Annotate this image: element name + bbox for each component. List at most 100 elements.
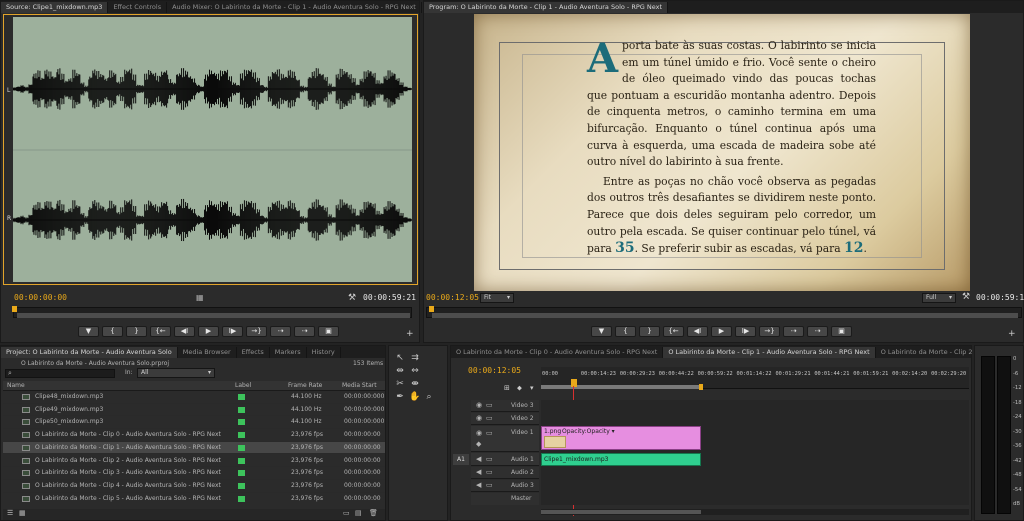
program-timeline-bar[interactable]	[426, 306, 1022, 318]
mark-out-button[interactable]: }	[126, 326, 147, 337]
label-swatch[interactable]	[238, 419, 245, 426]
source-settings-icon[interactable]: ▦	[196, 293, 204, 302]
label-swatch[interactable]	[238, 394, 245, 400]
label-swatch[interactable]	[238, 457, 245, 464]
add-marker-button[interactable]: ▼	[78, 326, 99, 337]
col-name[interactable]: Name	[7, 381, 25, 391]
tab-sequence-clip-0[interactable]: O Labirinto da Morte - Clip 0 - Audio Av…	[451, 347, 664, 358]
work-area-bar[interactable]	[541, 385, 701, 389]
lock-icon[interactable]: ▭	[486, 401, 493, 409]
link-12[interactable]: 12	[844, 240, 863, 256]
keyframe-icon[interactable]: ◆	[476, 440, 481, 448]
program-timecode-current[interactable]: 00:00:12:05	[426, 293, 479, 302]
tab-project[interactable]: Project: O Labirinto da Morte - Audio Av…	[1, 347, 178, 358]
zoom-tool-icon[interactable]: ⌕	[423, 391, 435, 403]
zoom-select[interactable]: Fit	[480, 293, 514, 303]
program-zoom-bar[interactable]	[432, 313, 1018, 318]
slip-tool-icon[interactable]: ⇼	[409, 378, 421, 390]
speaker-icon[interactable]: ◀	[476, 468, 481, 476]
program-viewer[interactable]: Aporta bate às suas costas. O labirinto …	[474, 14, 970, 291]
project-search-input[interactable]: ⌕	[5, 369, 115, 378]
tab-effects[interactable]: Effects	[237, 347, 270, 358]
col-frame-rate[interactable]: Frame Rate	[288, 381, 322, 391]
tab-media-browser[interactable]: Media Browser	[178, 347, 237, 358]
overwrite-button[interactable]: ⇢	[294, 326, 315, 337]
snap-icon[interactable]: ⊞	[504, 384, 510, 392]
video-clip-fx[interactable]: Opacity:Opacity ▾	[562, 428, 615, 435]
list-item[interactable]: O Labirinto da Morte - Clip 2 - Audio Av…	[3, 455, 385, 468]
program-playhead-icon[interactable]	[429, 306, 434, 312]
wrench-icon[interactable]: ⚒	[348, 293, 356, 303]
program-go-to-out-button[interactable]: →}	[759, 326, 780, 337]
insert-button[interactable]: ⇢	[270, 326, 291, 337]
program-mark-out-button[interactable]: }	[639, 326, 660, 337]
program-mark-in-button[interactable]: {	[615, 326, 636, 337]
label-swatch[interactable]	[238, 482, 245, 489]
ripple-edit-tool-icon[interactable]: ⇹	[394, 365, 406, 377]
timeline-timecode[interactable]: 00:00:12:05	[468, 366, 521, 375]
eye-icon[interactable]: ◉	[476, 414, 482, 422]
list-view-icon[interactable]: ☰	[7, 509, 13, 517]
label-swatch[interactable]	[238, 444, 245, 451]
go-to-in-button[interactable]: {←	[150, 326, 171, 337]
eye-icon[interactable]: ◉	[476, 401, 482, 409]
col-media-start[interactable]: Media Start	[342, 381, 377, 391]
audio-clip[interactable]: Clipe1_mixdown.mp3	[541, 453, 701, 466]
link-35[interactable]: 35	[615, 240, 634, 256]
program-go-to-in-button[interactable]: {←	[663, 326, 684, 337]
go-to-out-button[interactable]: →}	[246, 326, 267, 337]
list-item[interactable]: O Labirinto da Morte - Clip 1 - Audio Av…	[3, 441, 385, 455]
lock-icon[interactable]: ▭	[486, 481, 493, 489]
extract-button[interactable]: ⇢	[807, 326, 828, 337]
work-area-end-handle[interactable]	[699, 384, 703, 390]
timeline-playhead-icon[interactable]	[571, 379, 577, 387]
source-zoom-bar[interactable]	[17, 313, 410, 318]
new-bin-icon[interactable]: ▭	[343, 509, 350, 517]
video-clip[interactable]: 1.png Opacity:Opacity ▾	[541, 426, 701, 450]
export-frame-button[interactable]: ▣	[318, 326, 339, 337]
list-item[interactable]: Clipe48_mixdown.mp3 44.100 Hz 00:00:00:000	[3, 391, 385, 404]
source-timeline-bar[interactable]	[12, 306, 412, 318]
program-wrench-icon[interactable]: ⚒	[962, 292, 970, 302]
program-add-button-icon[interactable]: +	[1008, 329, 1016, 339]
step-back-button[interactable]: ◀I	[174, 326, 195, 337]
quality-select[interactable]: Full	[922, 293, 956, 303]
timeline-scrollbar[interactable]	[541, 509, 969, 515]
col-label[interactable]: Label	[235, 381, 251, 391]
tab-sequence-clip-1[interactable]: O Labirinto da Morte - Clip 1 - Audio Av…	[663, 347, 876, 358]
tab-effect-controls[interactable]: Effect Controls	[108, 2, 168, 13]
source-add-button-icon[interactable]: +	[406, 329, 414, 339]
source-timecode-in[interactable]: 00:00:00:00	[14, 293, 67, 302]
step-forward-button[interactable]: I▶	[222, 326, 243, 337]
list-item[interactable]: O Labirinto da Morte - Clip 4 - Audio Av…	[3, 480, 385, 493]
mark-in-button[interactable]: {	[102, 326, 123, 337]
in-filter-select[interactable]: All	[137, 368, 215, 378]
list-item[interactable]: O Labirinto da Morte - Clip 5 - Audio Av…	[3, 493, 385, 504]
icon-view-icon[interactable]: ▦	[19, 509, 26, 517]
track-select-tool-icon[interactable]: ⇉	[409, 352, 421, 364]
trash-icon[interactable]: 🗑	[369, 509, 378, 517]
waveform-display[interactable]	[13, 17, 412, 282]
tab-audio-mixer[interactable]: Audio Mixer: O Labirinto da Morte - Clip…	[167, 2, 422, 13]
razor-tool-icon[interactable]: ✂	[394, 378, 406, 390]
rolling-edit-tool-icon[interactable]: ⇔	[409, 365, 421, 377]
selection-tool-icon[interactable]: ↖	[394, 352, 406, 364]
list-item[interactable]: Clipe50_mixdown.mp3 44.100 Hz 00:00:00:000	[3, 416, 385, 430]
marker-icon[interactable]: ⬥	[517, 384, 522, 393]
label-swatch[interactable]	[238, 495, 245, 502]
timeline-ruler[interactable]: 00:00 00:00:14:23 00:00:29:23 00:00:44:22 00…	[541, 367, 969, 390]
program-step-back-button[interactable]: ◀I	[687, 326, 708, 337]
tab-source[interactable]: Source: Clipe1_mixdown.mp3	[1, 2, 109, 13]
list-item[interactable]: Clipe49_mixdown.mp3 44.100 Hz 00:00:00:000	[3, 404, 385, 417]
hand-tool-icon[interactable]: ✋	[409, 391, 421, 403]
list-item[interactable]: O Labirinto da Morte - Clip 0 - Audio Av…	[3, 429, 385, 442]
lock-icon[interactable]: ▭	[486, 455, 493, 463]
lift-button[interactable]: ⇢	[783, 326, 804, 337]
lock-icon[interactable]: ▭	[486, 414, 493, 422]
tab-program[interactable]: Program: O Labirinto da Morte - Clip 1 -…	[424, 2, 669, 13]
lock-icon[interactable]: ▭	[486, 468, 493, 476]
new-item-icon[interactable]: ▤	[355, 509, 362, 517]
program-play-button[interactable]: ▶	[711, 326, 732, 337]
label-swatch[interactable]	[238, 432, 245, 439]
sync-icon[interactable]: ▾	[530, 384, 534, 392]
